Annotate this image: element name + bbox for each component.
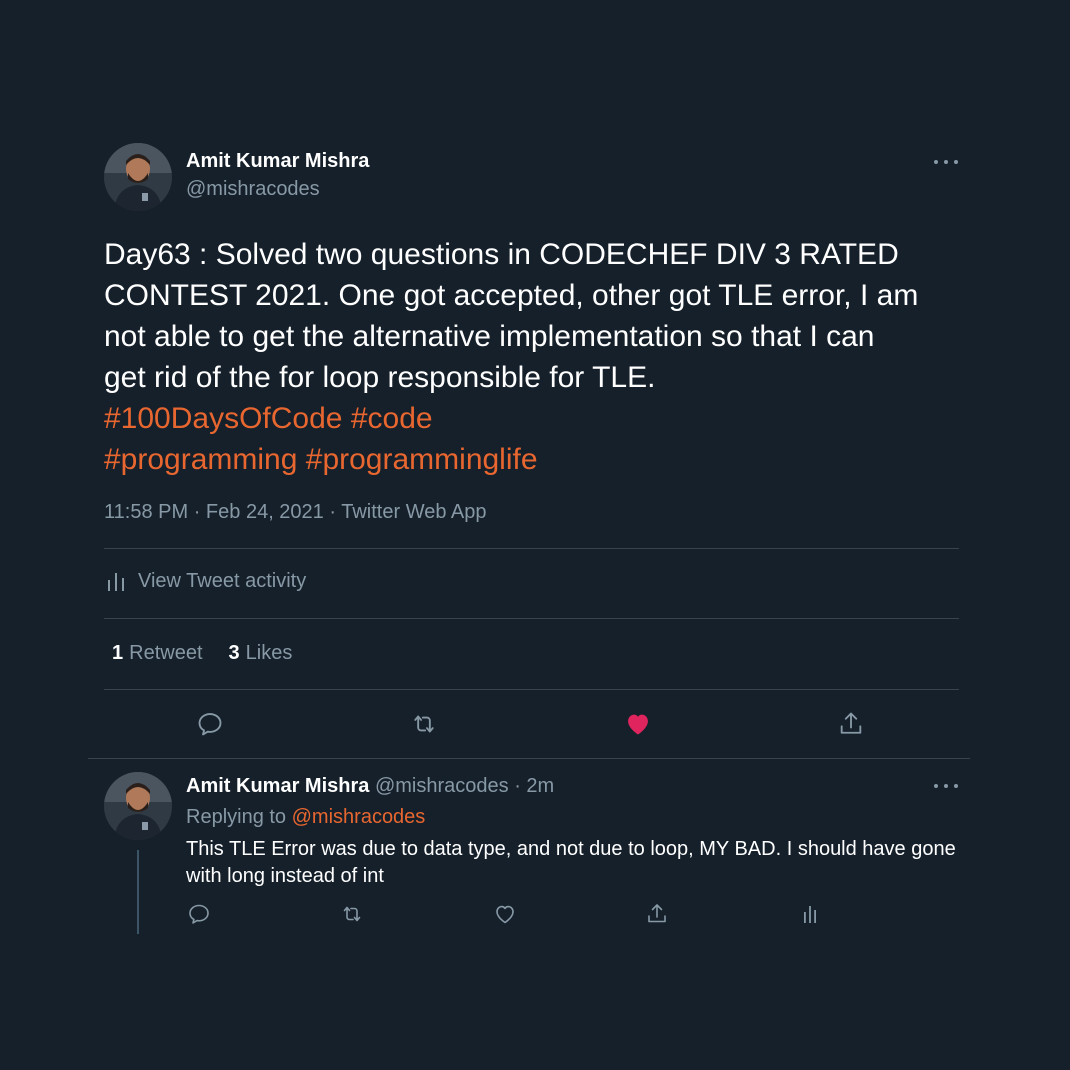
tweet-stats: 1 Retweet 3 Likes [112, 642, 292, 665]
share-icon [648, 904, 666, 923]
reply-time[interactable]: 2m [526, 775, 554, 797]
retweet-count-link[interactable]: 1 Retweet [112, 642, 203, 665]
divider [104, 689, 959, 690]
retweet-icon [343, 906, 361, 922]
like-button[interactable] [620, 706, 656, 742]
meta-separator: · [329, 501, 337, 523]
tweet-page: Amit Kumar Mishra @mishracodes Day63 : S… [0, 0, 1070, 1070]
author-name[interactable]: Amit Kumar Mishra [186, 150, 369, 173]
reply-analytics-button[interactable] [796, 900, 824, 928]
analytics-icon [108, 572, 124, 591]
heart-outline-icon [496, 905, 514, 924]
reply-share-button[interactable] [643, 900, 671, 928]
like-count-link[interactable]: 3 Likes [229, 642, 293, 665]
tweet-time[interactable]: 11:58 PM [104, 501, 188, 523]
tweet-meta: 11:58 PM · Feb 24, 2021 · Twitter Web Ap… [104, 501, 487, 524]
tweet-text-line: not able to get the alternative implemen… [104, 320, 875, 353]
tweet-date[interactable]: Feb 24, 2021 [206, 501, 324, 523]
retweet-count: 1 [112, 642, 124, 664]
replying-to-label: Replying to [186, 806, 287, 828]
retweet-icon [414, 715, 434, 733]
hashtag-line: #programming #programminglife [104, 439, 964, 480]
reply-button[interactable] [192, 706, 228, 742]
tweet-text-line: get rid of the for loop responsible for … [104, 361, 656, 394]
reply-icon [189, 904, 209, 924]
reply-like-button[interactable] [491, 900, 519, 928]
hashtag-link[interactable]: #programminglife [306, 443, 538, 476]
reply-more-options-icon[interactable] [934, 780, 958, 792]
analytics-icon [804, 906, 816, 923]
thread-line [137, 850, 139, 934]
replying-to: Replying to @mishracodes [186, 806, 425, 829]
author-handle[interactable]: @mishracodes [186, 178, 320, 201]
tweet-source[interactable]: Twitter Web App [341, 501, 486, 523]
reply-retweet-button[interactable] [338, 900, 366, 928]
reply-reply-button[interactable] [185, 900, 213, 928]
divider [104, 618, 959, 619]
view-tweet-activity-label: View Tweet activity [138, 570, 307, 592]
tweet-text: Day63 : Solved two questions in CODECHEF… [104, 234, 964, 480]
reply-header: Amit Kumar Mishra @mishracodes · 2m [186, 775, 554, 798]
heart-icon [628, 714, 648, 735]
like-count-label: Likes [245, 642, 293, 664]
retweet-button[interactable] [406, 706, 442, 742]
avatar[interactable] [104, 143, 172, 211]
reply-text: This TLE Error was due to data type, and… [186, 838, 956, 887]
share-button[interactable] [833, 706, 869, 742]
reply-author-name[interactable]: Amit Kumar Mishra [186, 775, 369, 797]
tweet-text-line: CONTEST 2021. One got accepted, other go… [104, 279, 919, 312]
replying-to-mention[interactable]: @mishracodes [292, 806, 426, 828]
view-tweet-activity-link[interactable]: View Tweet activity [106, 570, 306, 593]
more-options-icon[interactable] [934, 156, 958, 168]
hashtag-link[interactable]: #programming [104, 443, 297, 476]
meta-separator: · [193, 501, 201, 523]
like-count: 3 [228, 642, 240, 664]
retweet-count-label: Retweet [129, 642, 203, 664]
hashtag-line: #100DaysOfCode #code [104, 398, 964, 439]
tweet-text-line: Day63 : Solved two questions in CODECHEF… [104, 238, 899, 271]
reply-separator: · [514, 775, 521, 797]
divider [104, 548, 959, 549]
share-icon [840, 712, 862, 734]
hashtag-link[interactable]: #code [351, 402, 433, 435]
divider [88, 758, 970, 759]
reply-avatar[interactable] [104, 772, 172, 840]
reply-icon [198, 713, 222, 736]
reply-author-handle[interactable]: @mishracodes [375, 775, 509, 797]
hashtag-link[interactable]: #100DaysOfCode [104, 402, 342, 435]
